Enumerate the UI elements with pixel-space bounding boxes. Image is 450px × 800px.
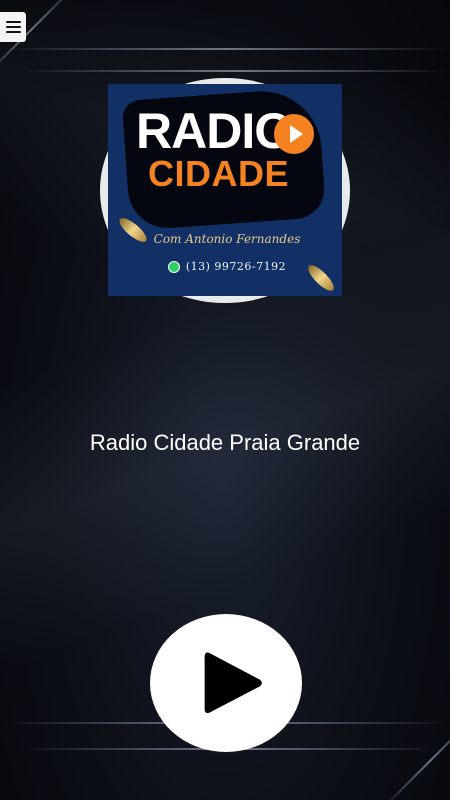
whatsapp-icon xyxy=(167,260,180,273)
hamburger-menu-icon xyxy=(5,21,21,33)
play-icon xyxy=(204,652,262,714)
station-logo: RADIO CIDADE Com Antonio Fernandes (13) … xyxy=(108,84,342,296)
logo-phone-number: (13) 99726-7192 xyxy=(185,260,287,273)
logo-word-cidade: CIDADE xyxy=(148,153,290,194)
logo-phone-row: (13) 99726-7192 xyxy=(132,260,322,273)
decor-streak xyxy=(0,48,450,50)
station-title: Radio Cidade Praia Grande xyxy=(89,430,361,455)
logo-play-icon xyxy=(274,114,314,154)
logo-word-radio: RADIO xyxy=(136,103,293,159)
menu-button[interactable] xyxy=(0,12,26,42)
decor-streak xyxy=(20,70,450,72)
logo-host-name: Com Antonio Fernandes xyxy=(153,232,301,246)
play-button[interactable] xyxy=(150,614,302,752)
